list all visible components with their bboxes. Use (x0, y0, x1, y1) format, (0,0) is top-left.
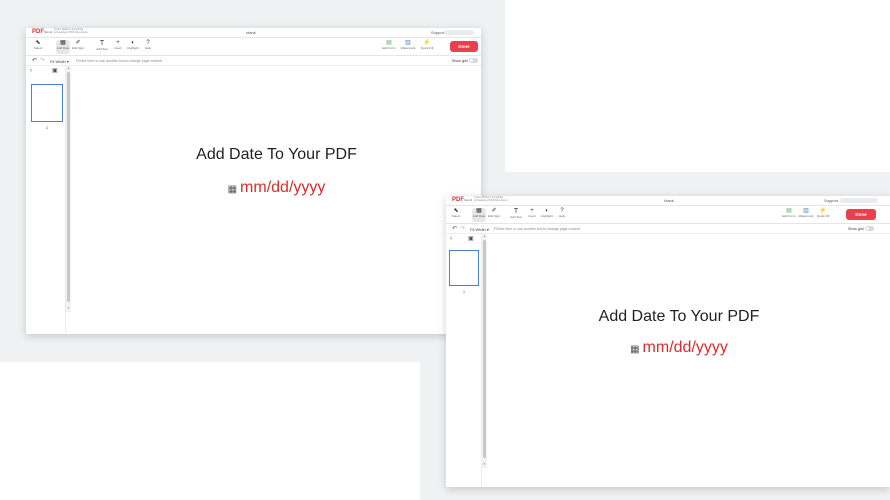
tool-insert[interactable]: + Insert (526, 208, 538, 222)
vertical-scrollbar[interactable]: ▲ ▼ (66, 66, 71, 312)
toolbar: ⬉ Select ▦ Add Date ✐ Edit Sign T Add Te… (26, 38, 481, 56)
search-bar[interactable] (840, 198, 878, 203)
page-number: 1 (45, 125, 49, 130)
tool-quick-fill[interactable]: ⚡ Quick Fill (420, 40, 434, 54)
show-grid-toggle[interactable] (865, 226, 874, 231)
tool-highlight[interactable]: ◐ Highlight (126, 40, 140, 54)
scroll-up-arrow[interactable]: ▲ (67, 67, 70, 70)
done-button[interactable]: Done (846, 209, 876, 220)
undo-button[interactable]: ↶ (32, 57, 37, 64)
pages-icon[interactable]: ▣ (468, 235, 474, 242)
document-title: blank (664, 198, 674, 203)
fit-width-dropdown[interactable]: Fit Width ▾ (470, 227, 489, 232)
text-icon: T (513, 208, 519, 215)
pdf-canvas[interactable]: Add Date To Your PDF ▦ mm/dd/yyyy (72, 66, 481, 334)
page-thumbnail[interactable] (31, 84, 63, 122)
redo-button[interactable]: ↷ (40, 57, 45, 64)
hint-text: Fill the form or use another tool to cha… (494, 227, 580, 231)
top-bar: PDFSimpli Online Platform for Editing & C… (26, 28, 481, 38)
page-number: 1 (462, 289, 466, 294)
document-title: blank (246, 30, 256, 35)
page-thumbnail[interactable] (449, 250, 479, 286)
logo: PDFSimpli (32, 29, 53, 35)
scrollbar-thumb[interactable] (67, 72, 70, 302)
tool-help[interactable]: ? Help (142, 40, 154, 54)
tool-edit-form[interactable]: ▤ Edit Form (782, 208, 796, 222)
tool-help[interactable]: ? Help (556, 208, 568, 222)
tool-insert[interactable]: + Insert (112, 40, 124, 54)
back-icon[interactable]: ‹ (30, 68, 32, 74)
undo-button[interactable]: ↶ (452, 225, 457, 232)
tool-edit-sign[interactable]: ✐ Edit Sign (72, 40, 84, 54)
toggle-knob (866, 227, 869, 230)
date-field[interactable]: ▦ mm/dd/yyyy (488, 339, 870, 357)
hint-text: Fill the form or use another tool to cha… (76, 59, 162, 63)
editor-screenshot: PDFSimpli Online Platform for Editing & C… (26, 28, 481, 334)
top-bar: PDFSimpli Online Platform for Editing & C… (446, 196, 890, 206)
tool-edit-sign[interactable]: ✐ Edit Sign (488, 208, 500, 222)
tool-add-date[interactable]: ▦ Add Date (472, 208, 486, 222)
pdf-canvas[interactable]: Add Date To Your PDF ▦ mm/dd/yyyy (488, 234, 870, 468)
page-heading: Add Date To Your PDF (598, 308, 760, 325)
redo-button[interactable]: ↷ (460, 225, 465, 232)
tagline: Online Platform for Editing & Creating of… (474, 196, 508, 202)
toggle-knob (470, 59, 473, 62)
tool-highlight[interactable]: ◐ Highlight (540, 208, 554, 222)
stage: PDFSimpli Online Platform for Editing & C… (0, 0, 890, 500)
tool-select[interactable]: ⬉ Select (450, 208, 462, 222)
fit-width-dropdown[interactable]: Fit Width ▾ (50, 59, 69, 64)
support-link[interactable]: Support (431, 30, 445, 35)
vertical-scrollbar[interactable]: ▲ ▼ (482, 234, 487, 468)
tool-add-text[interactable]: T Add Text (96, 40, 108, 54)
show-grid-label: Show grid (848, 227, 864, 231)
page-sidebar: ‹ ▣ 1 (446, 234, 482, 487)
tool-quick-fill[interactable]: ⚡ Quick Fill (816, 208, 830, 222)
pages-icon[interactable]: ▣ (52, 67, 58, 74)
scroll-down-arrow[interactable]: ▼ (483, 463, 486, 466)
tool-edit-form[interactable]: ▤ Edit Form (382, 40, 396, 54)
calendar-icon: ▦ (630, 344, 640, 355)
tagline: Online Platform for Editing & Creating of… (54, 28, 88, 34)
sub-toolbar: ↶ ↷ Fit Width ▾ Fill the form or use ano… (26, 56, 481, 66)
tool-watermark[interactable]: ▥ Watermark (798, 208, 814, 222)
toolbar: ⬉ Select ▦ Add Date ✐ Edit Sign T Add Te… (446, 206, 890, 224)
show-grid-toggle[interactable] (469, 58, 478, 63)
tool-add-text[interactable]: T Add Text (510, 208, 522, 222)
tool-watermark[interactable]: ▥ Watermark (400, 40, 416, 54)
search-bar[interactable] (444, 30, 474, 35)
scroll-up-arrow[interactable]: ▲ (483, 235, 486, 238)
text-icon: T (99, 40, 105, 47)
logo: PDFSimpli (452, 197, 473, 203)
show-grid-label: Show grid (452, 59, 468, 63)
done-button[interactable]: Done (450, 41, 478, 52)
scrollbar-thumb[interactable] (483, 240, 486, 458)
tool-add-date[interactable]: ▦ Add Date (56, 40, 70, 54)
page-heading: Add Date To Your PDF (196, 146, 357, 163)
sub-toolbar: ↶ ↷ Fit Width ▾ Fill the form or use ano… (446, 224, 890, 234)
back-icon[interactable]: ‹ (450, 236, 452, 242)
support-link[interactable]: Support (824, 198, 838, 203)
scroll-down-arrow[interactable]: ▼ (67, 307, 70, 310)
editor-screenshot: PDFSimpli Online Platform for Editing & C… (446, 196, 890, 487)
tool-select[interactable]: ⬉ Select (32, 40, 44, 54)
date-field[interactable]: ▦ mm/dd/yyyy (72, 179, 481, 197)
page-sidebar: ‹ ▣ 1 (26, 66, 66, 334)
calendar-icon: ▦ (227, 184, 238, 195)
